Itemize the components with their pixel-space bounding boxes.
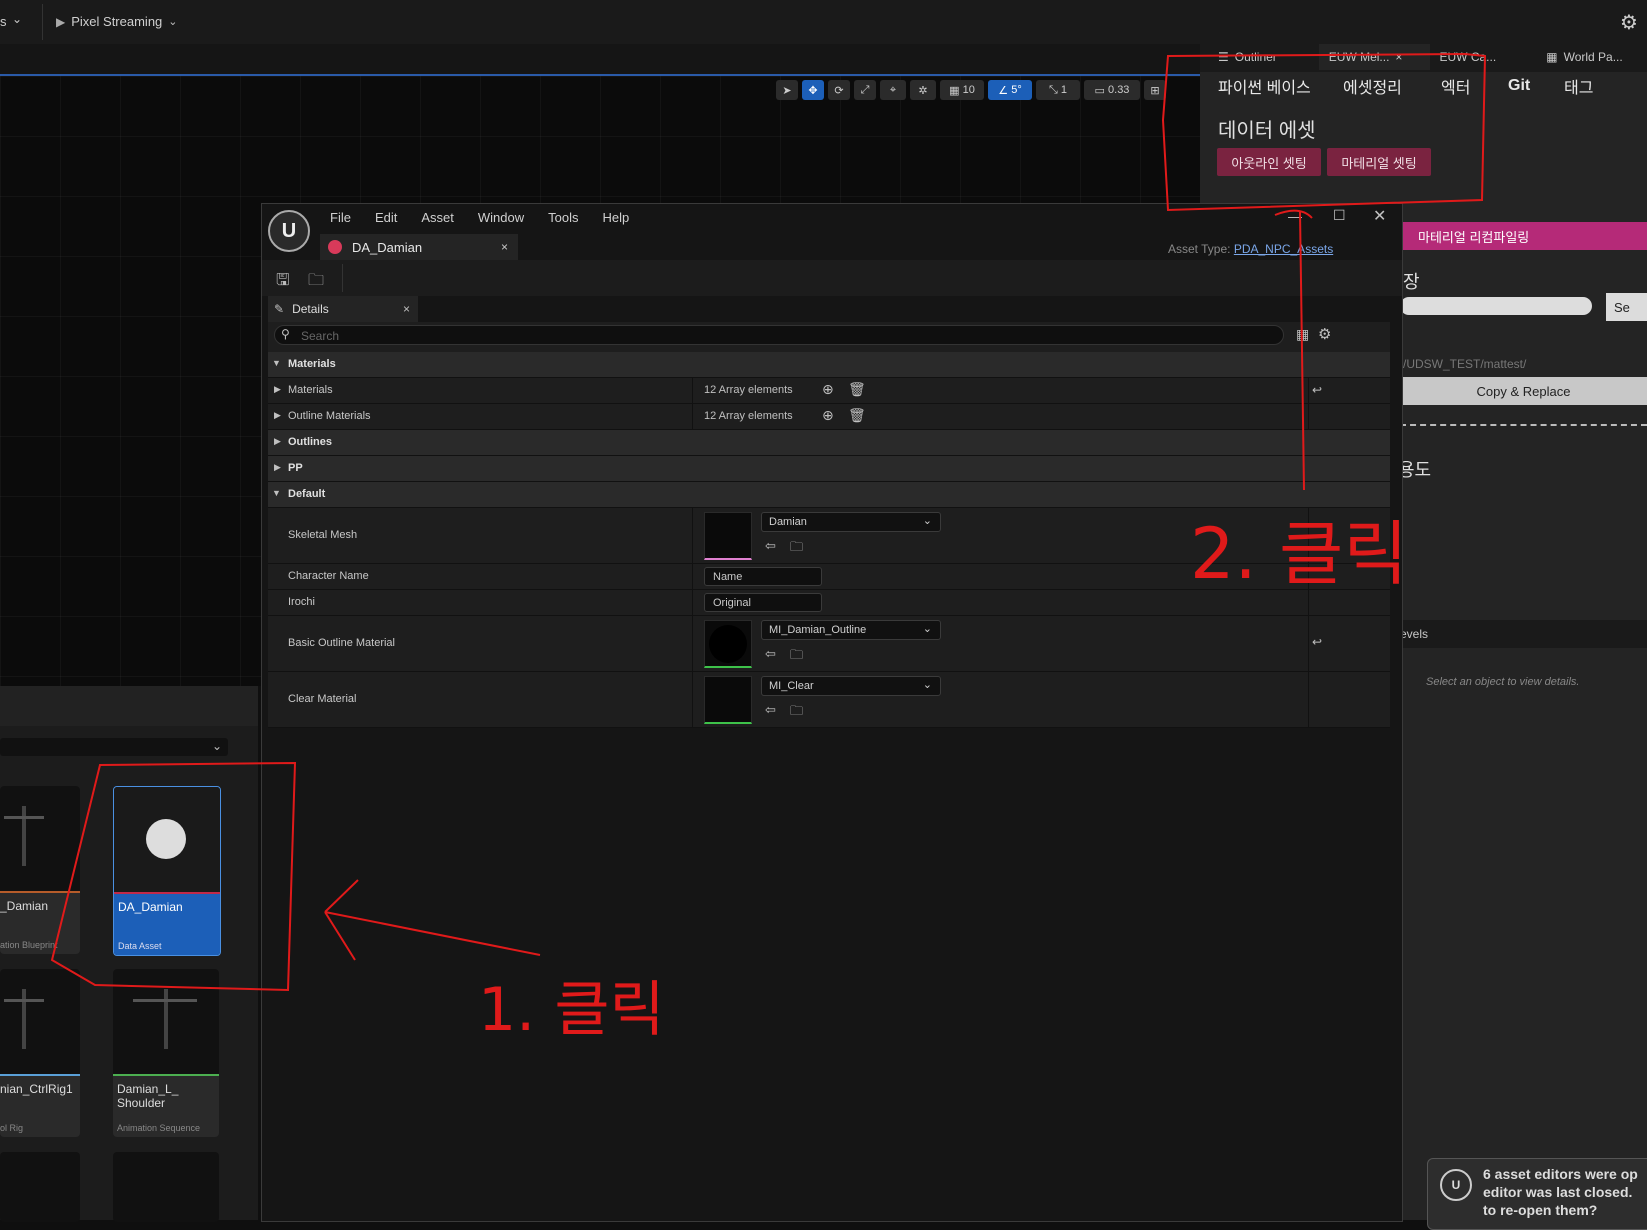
annotation-arrow: [324, 879, 541, 961]
annotation-box-bottom: [50, 761, 297, 992]
annotation-box-top: [1161, 52, 1487, 212]
annotation-line: [1299, 211, 1305, 491]
annotation-step1: 1. 클릭: [478, 975, 665, 1045]
annotation-overlay: 1. 클릭 2. 클릭: [50, 52, 1487, 1045]
annotation-curl: [1274, 209, 1313, 219]
annotation-step2: 2. 클릭: [1190, 513, 1408, 595]
